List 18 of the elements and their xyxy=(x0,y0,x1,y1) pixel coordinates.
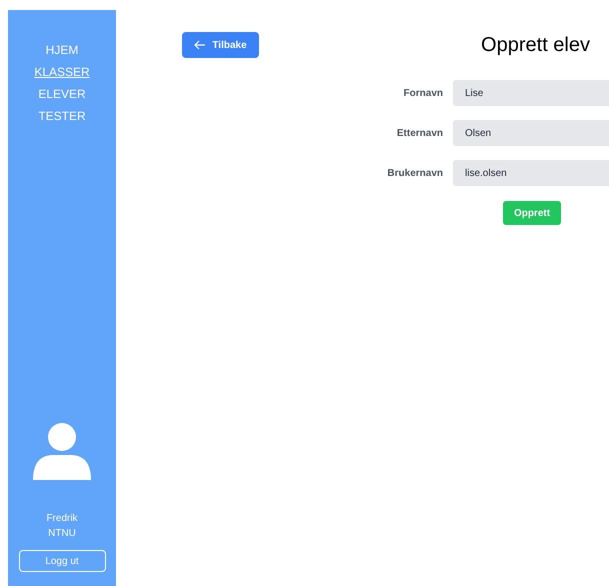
nav-link[interactable]: ELEVER xyxy=(38,85,86,103)
input-field[interactable]: Olsen xyxy=(453,120,609,146)
back-button[interactable]: Tilbake xyxy=(182,32,259,58)
page-title: Opprett elev xyxy=(481,33,590,58)
nav-link[interactable]: KLASSER xyxy=(34,63,90,81)
field-label: Etternavn xyxy=(396,126,443,140)
nav-link[interactable]: TESTER xyxy=(38,107,86,125)
logout-button[interactable]: Logg ut xyxy=(18,550,106,572)
submit-button[interactable]: Opprett xyxy=(503,201,561,225)
input-field[interactable]: lise.olsen xyxy=(453,160,609,186)
field-label: Fornavn xyxy=(402,86,443,100)
field-label: Brukernavn xyxy=(386,166,443,180)
input-field[interactable]: Lise xyxy=(453,80,609,106)
nav-link[interactable]: HJEM xyxy=(46,41,78,59)
user-name: Fredrik xyxy=(46,512,78,526)
arrow-left-icon xyxy=(194,40,206,50)
user-organization: NTNU xyxy=(48,527,76,541)
user-avatar-icon xyxy=(32,422,92,482)
